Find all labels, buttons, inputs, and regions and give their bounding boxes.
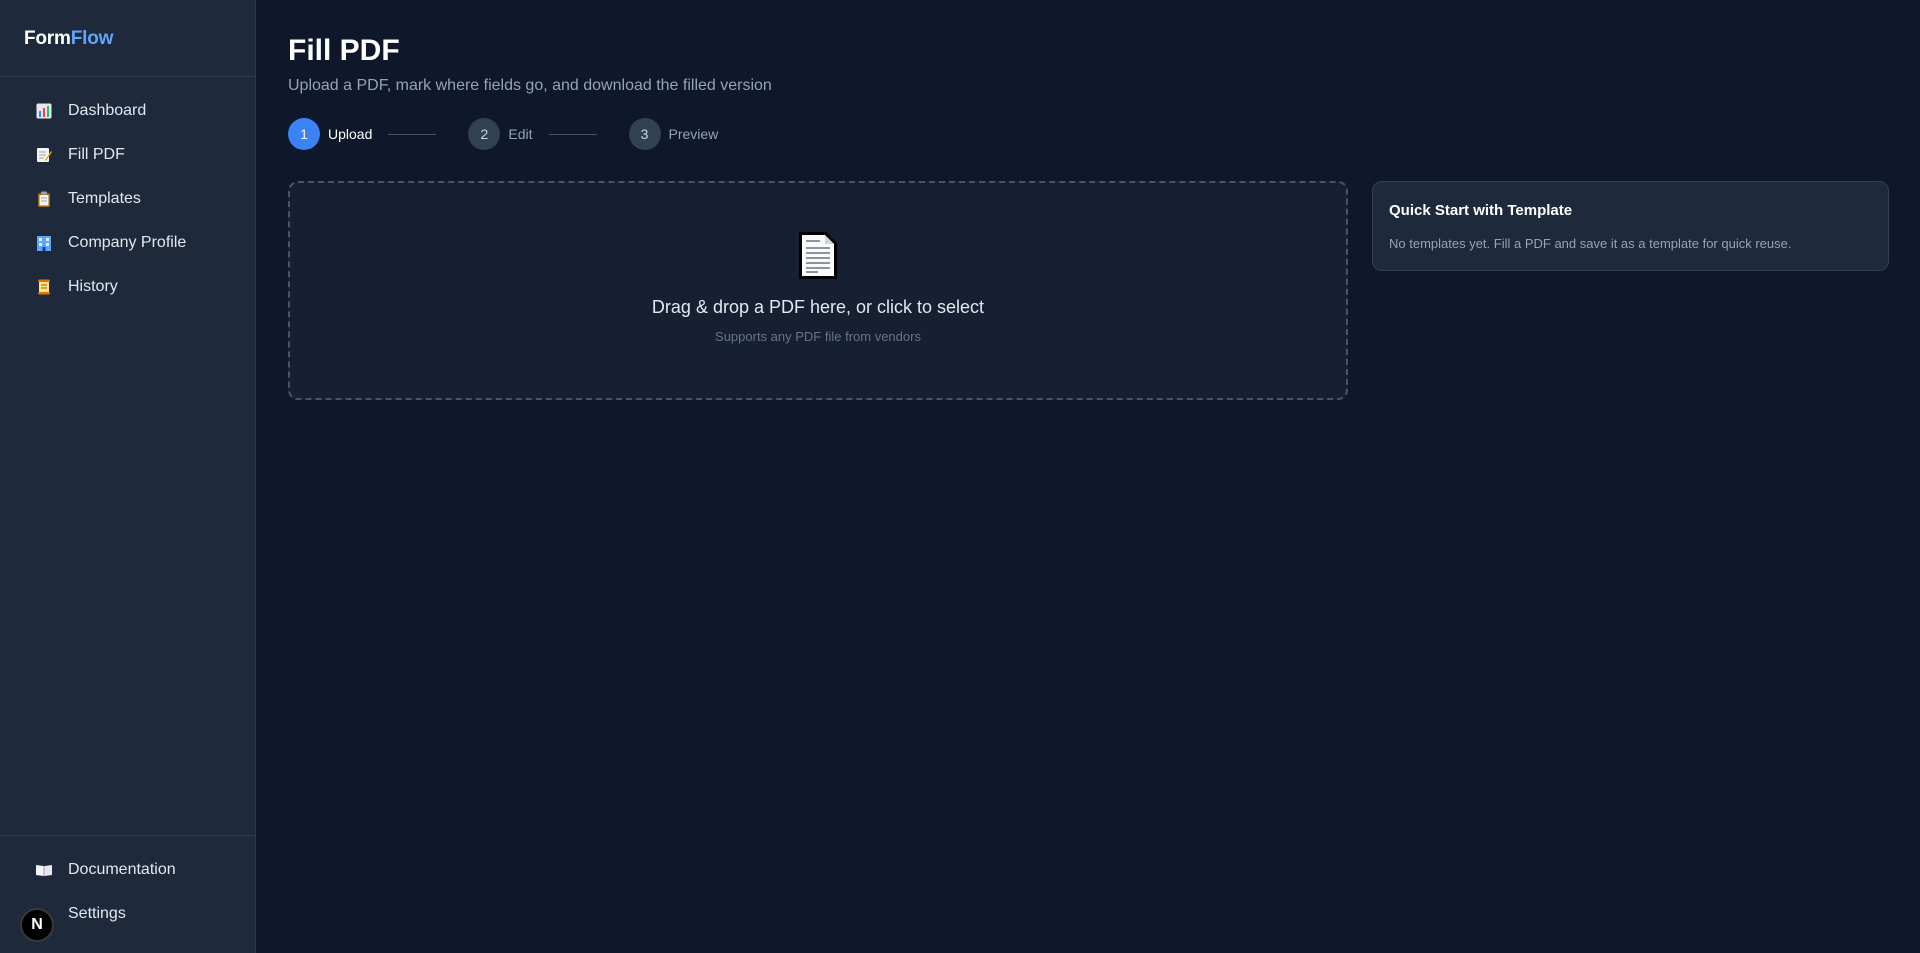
step-preview[interactable]: 3 Preview bbox=[628, 118, 719, 150]
sidebar-item-label: History bbox=[68, 278, 118, 295]
dropzone-title: Drag & drop a PDF here, or click to sele… bbox=[651, 297, 985, 317]
clipboard-icon bbox=[34, 189, 54, 209]
step-label: Edit bbox=[508, 126, 533, 142]
sidebar-item-label: Company Profile bbox=[68, 234, 187, 251]
stepper: 1 Upload 2 Edit 3 Preview bbox=[288, 118, 1920, 150]
dropzone-subtitle: Supports any PDF file from vendors bbox=[715, 329, 921, 344]
scroll-icon bbox=[34, 277, 54, 297]
sidebar-footer: Documentation Settings N bbox=[0, 835, 255, 953]
sidebar-item-label: Fill PDF bbox=[68, 146, 125, 163]
bar-chart-icon bbox=[34, 101, 54, 121]
sidebar-nav: Dashboard Fill PDF Templates Company Pro… bbox=[0, 77, 255, 309]
sidebar-item-label: Documentation bbox=[68, 861, 176, 878]
sidebar-item-documentation[interactable]: Documentation bbox=[12, 848, 243, 892]
step-label: Preview bbox=[668, 126, 719, 142]
step-upload[interactable]: 1 Upload bbox=[288, 118, 372, 150]
brand-name-part1: Form bbox=[24, 28, 71, 49]
pdf-dropzone[interactable]: Drag & drop a PDF here, or click to sele… bbox=[288, 181, 1348, 400]
step-connector bbox=[548, 133, 597, 135]
content-row: Drag & drop a PDF here, or click to sele… bbox=[288, 181, 1920, 400]
brand-logo[interactable]: FormFlow bbox=[0, 0, 255, 77]
page-document-icon bbox=[796, 231, 840, 281]
open-book-icon bbox=[34, 860, 54, 880]
quick-start-title: Quick Start with Template bbox=[1389, 202, 1573, 219]
page-subtitle: Upload a PDF, mark where fields go, and … bbox=[288, 77, 772, 94]
sidebar-item-fill-pdf[interactable]: Fill PDF bbox=[12, 133, 243, 177]
sidebar-item-label: Templates bbox=[68, 190, 141, 207]
sidebar-item-company-profile[interactable]: Company Profile bbox=[12, 221, 243, 265]
sidebar-item-label: Settings bbox=[68, 905, 126, 922]
step-number: 3 bbox=[628, 118, 661, 150]
quick-start-card: Quick Start with Template No templates y… bbox=[1372, 181, 1889, 271]
sidebar-item-templates[interactable]: Templates bbox=[12, 177, 243, 221]
sidebar: FormFlow Dashboard Fill PDF Templates Co… bbox=[0, 0, 256, 953]
step-connector bbox=[388, 133, 437, 135]
sidebar-item-dashboard[interactable]: Dashboard bbox=[12, 89, 243, 133]
quick-start-empty-text: No templates yet. Fill a PDF and save it… bbox=[1389, 236, 1792, 251]
step-label: Upload bbox=[328, 126, 373, 142]
step-edit[interactable]: 2 Edit bbox=[468, 118, 533, 150]
sidebar-item-label: Dashboard bbox=[68, 102, 147, 119]
page-title: Fill PDF bbox=[288, 34, 400, 67]
step-number: 2 bbox=[468, 118, 501, 150]
main-content: Fill PDF Upload a PDF, mark where fields… bbox=[288, 0, 1920, 400]
sidebar-item-history[interactable]: History bbox=[12, 265, 243, 309]
step-number: 1 bbox=[288, 118, 320, 150]
brand-name-part2: Flow bbox=[70, 28, 114, 49]
memo-icon bbox=[34, 145, 54, 165]
framework-badge[interactable]: N bbox=[20, 908, 54, 942]
office-building-icon bbox=[34, 233, 54, 253]
